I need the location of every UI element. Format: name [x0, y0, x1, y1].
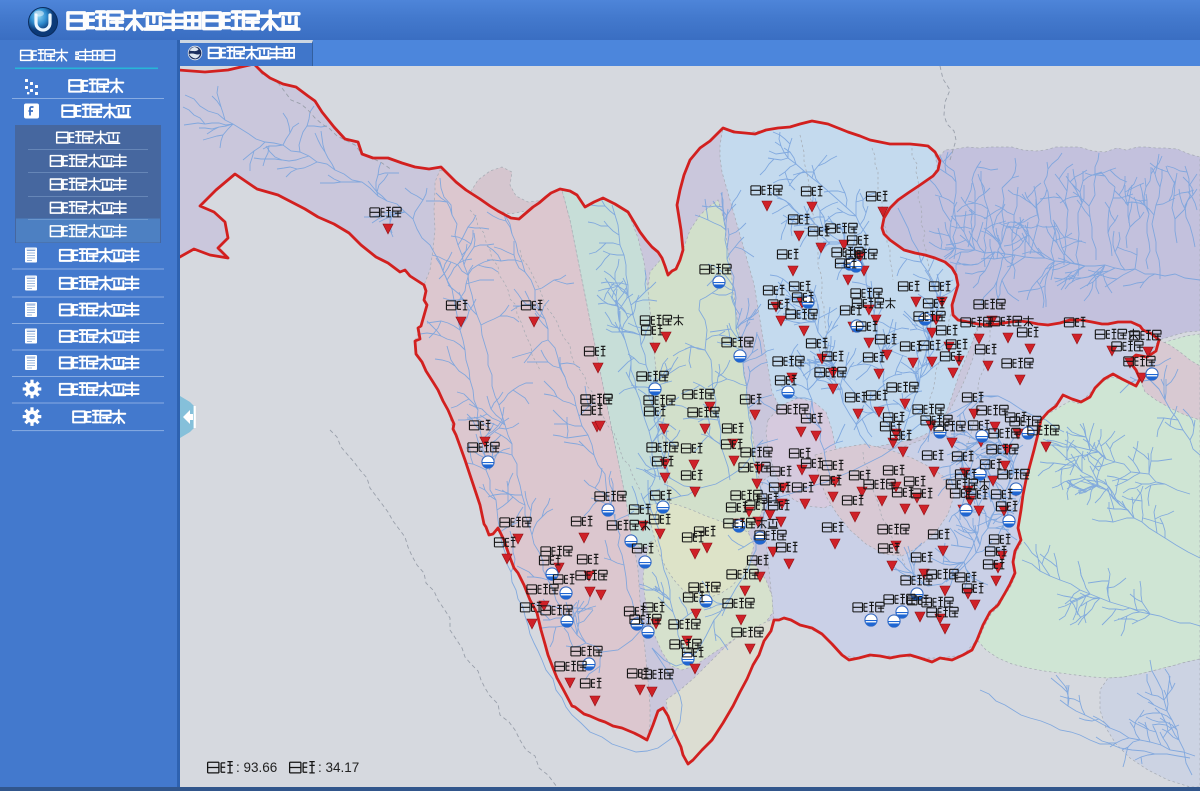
svg-text:: 34.17: : 34.17 — [318, 760, 359, 775]
svg-text:: 93.66: : 93.66 — [236, 760, 277, 775]
